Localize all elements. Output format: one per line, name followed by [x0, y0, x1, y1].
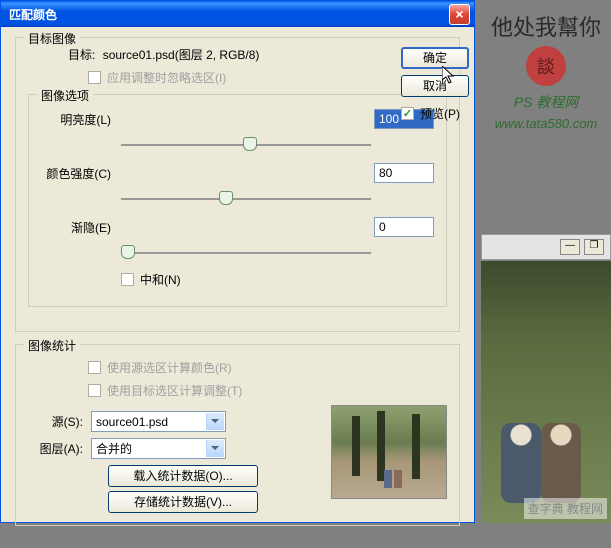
use-source-sel-checkbox: [88, 361, 101, 374]
site-url: www.tata580.com: [491, 116, 601, 131]
source-label: 源(S):: [28, 413, 83, 430]
preview-label: 预览(P): [420, 105, 460, 122]
match-color-dialog: 匹配颜色 × 目标图像 目标: source01.psd(图层 2, RGB/8…: [0, 0, 475, 523]
fade-input[interactable]: 0: [374, 217, 434, 237]
layer-label: 图层(A):: [28, 440, 83, 457]
titlebar[interactable]: 匹配颜色 ×: [1, 1, 474, 27]
source-select[interactable]: source01.psd: [91, 411, 226, 432]
fade-slider[interactable]: [121, 243, 371, 263]
preview-checkbox[interactable]: [401, 107, 414, 120]
minimize-icon[interactable]: —: [560, 239, 580, 255]
cancel-button[interactable]: 取消: [401, 75, 469, 97]
intensity-slider[interactable]: [121, 189, 371, 209]
background-window-controls: — ❐: [481, 234, 611, 260]
watermark: 查字典 教程网: [524, 498, 607, 519]
image-stats-group: 图像统计 使用源选区计算颜色(R) 使用目标选区计算调整(T) 源(S): so…: [15, 344, 460, 526]
options-legend: 图像选项: [37, 87, 93, 104]
luminance-slider[interactable]: [121, 135, 371, 155]
target-label: 目标:: [68, 48, 95, 62]
target-value: source01.psd(图层 2, RGB/8): [103, 48, 260, 62]
neutralize-checkbox[interactable]: [121, 273, 134, 286]
save-stats-button[interactable]: 存储统计数据(V)...: [108, 491, 258, 513]
ok-button[interactable]: 确定: [401, 47, 469, 69]
ignore-selection-checkbox: [88, 71, 101, 84]
background-photo: [481, 261, 611, 523]
luminance-label: 明亮度(L): [41, 111, 111, 128]
image-options-group: 图像选项 明亮度(L) 100 颜色强度(C) 80: [28, 94, 447, 307]
layer-select[interactable]: 合并的: [91, 438, 226, 459]
target-legend: 目标图像: [24, 30, 80, 47]
dialog-title: 匹配颜色: [9, 6, 449, 23]
neutralize-label: 中和(N): [140, 271, 181, 288]
target-image-group: 目标图像 目标: source01.psd(图层 2, RGB/8) 应用调整时…: [15, 37, 460, 332]
stats-legend: 图像统计: [24, 337, 80, 354]
restore-icon[interactable]: ❐: [584, 239, 604, 255]
intensity-label: 颜色强度(C): [41, 165, 111, 182]
use-source-sel-label: 使用源选区计算颜色(R): [107, 359, 232, 376]
source-preview-thumbnail: [331, 405, 447, 499]
site-name: PS 教程网: [491, 92, 601, 112]
load-stats-button[interactable]: 载入统计数据(O)...: [108, 465, 258, 487]
intensity-input[interactable]: 80: [374, 163, 434, 183]
ignore-selection-label: 应用调整时忽略选区(I): [107, 69, 226, 86]
use-target-sel-label: 使用目标选区计算调整(T): [107, 382, 242, 399]
fade-label: 渐隐(E): [41, 219, 111, 236]
use-target-sel-checkbox: [88, 384, 101, 397]
close-icon[interactable]: ×: [449, 4, 470, 25]
